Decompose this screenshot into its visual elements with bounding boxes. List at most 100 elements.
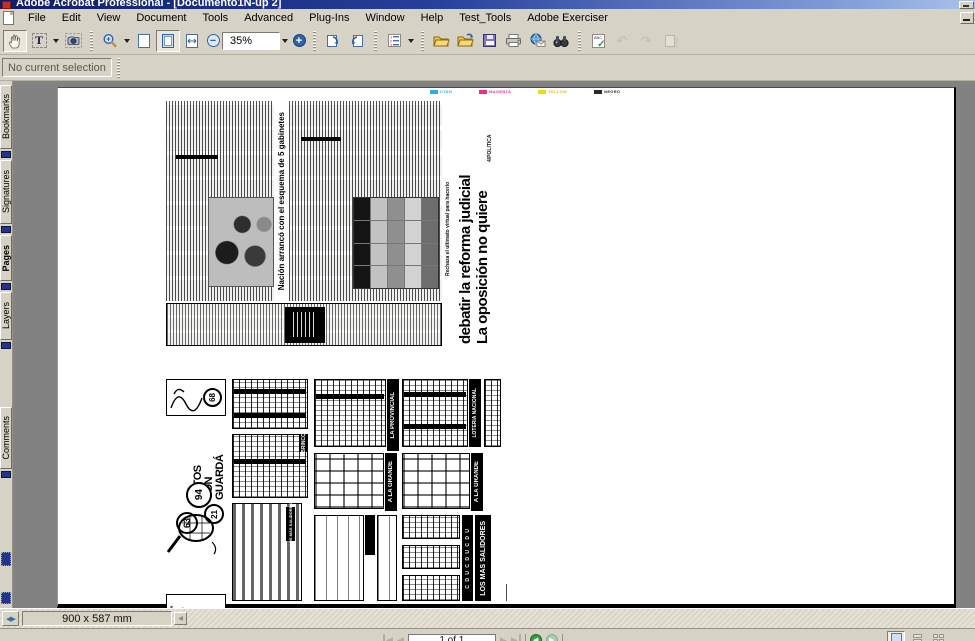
acrobat-window: Adobe Acrobat Professional - [Documento1… <box>0 0 975 641</box>
menu-plugins[interactable]: Plug-Ins <box>301 10 357 27</box>
actual-size-page-icon <box>137 33 151 49</box>
copy-button[interactable] <box>658 30 682 52</box>
hand-tool-button[interactable] <box>3 30 27 52</box>
menu-view[interactable]: View <box>89 10 129 27</box>
snapshot-tool-button[interactable] <box>61 30 85 52</box>
pdf-page[interactable]: CYAN MAGENTA YELLOW NEGRO Nación arrancó… <box>57 87 956 608</box>
undo-button[interactable]: ↶ <box>610 30 634 52</box>
previous-page-button[interactable]: ◀ <box>397 634 404 641</box>
cyan-mark: CYAN <box>430 89 452 94</box>
salidores-big-label: LOS MÁS SALIDORES <box>475 515 491 601</box>
continuous-layout-button[interactable] <box>908 631 926 641</box>
results-table-label <box>365 515 375 555</box>
select-text-tool-button[interactable]: T <box>27 30 51 52</box>
actual-size-button[interactable] <box>132 30 156 52</box>
registration-marks: CYAN MAGENTA YELLOW NEGRO <box>430 89 620 94</box>
zoom-level-dropdown-arrow[interactable] <box>282 39 288 43</box>
menu-bar: File Edit View Document Tools Advanced P… <box>0 9 975 27</box>
menu-adobe-exerciser[interactable]: Adobe Exerciser <box>519 10 616 27</box>
zoom-in-button[interactable]: + <box>290 30 308 52</box>
panel-button[interactable] <box>1 592 11 604</box>
tab-bookmarks-label: Bookmarks <box>1 94 11 139</box>
toolbar-grip[interactable] <box>374 31 377 51</box>
zoom-tool-dropdown-arrow[interactable] <box>124 39 130 43</box>
search-button[interactable] <box>549 30 573 52</box>
fit-page-button[interactable] <box>156 30 180 52</box>
status-scroll-left-button[interactable]: ◀ <box>174 612 187 625</box>
next-view-button[interactable]: ▶ <box>546 634 558 641</box>
document-pane[interactable]: CYAN MAGENTA YELLOW NEGRO Nación arrancó… <box>13 81 975 608</box>
next-view-page-button[interactable] <box>345 30 369 52</box>
toolbar-grip[interactable] <box>578 31 581 51</box>
menu-file[interactable]: File <box>20 10 54 27</box>
toolbar-grip[interactable] <box>117 58 120 78</box>
spellcheck-button[interactable]: ABC✓ <box>586 30 610 52</box>
tab-signatures[interactable]: Signatures <box>0 160 12 224</box>
open-web-page-button[interactable] <box>453 30 477 52</box>
toolbar-grip[interactable] <box>313 31 316 51</box>
fit-width-page-icon <box>185 33 199 49</box>
pane-splitter-button[interactable]: ◀▶ <box>2 611 19 626</box>
menu-document[interactable]: Document <box>128 10 194 27</box>
news-photo-grid <box>353 197 439 289</box>
lottery-cartoon: ESTÁ AL CAER 84 <box>166 594 226 608</box>
select-text-dropdown-arrow[interactable] <box>53 39 59 43</box>
menu-window[interactable]: Window <box>357 10 412 27</box>
tab-comments[interactable]: Comments <box>0 407 12 469</box>
menu-test-tools[interactable]: Test_Tools <box>451 10 519 27</box>
cartoon-doodle <box>168 380 206 415</box>
zoom-tool-button[interactable] <box>98 30 122 52</box>
zoom-level-combobox[interactable]: 35% <box>222 32 280 50</box>
panel-button[interactable] <box>1 552 11 566</box>
lottery-number-circle: 94 <box>186 482 212 508</box>
results-table <box>232 434 308 498</box>
menu-tools[interactable]: Tools <box>195 10 237 27</box>
previous-view-button[interactable]: ◀ <box>530 634 542 641</box>
single-page-layout-button[interactable] <box>887 631 905 641</box>
lottery-number-circle: 68 <box>203 388 222 407</box>
nacional-label: LOTERÍA NACIONAL <box>469 379 481 447</box>
redo-button[interactable]: ↷ <box>634 30 658 52</box>
page-indicator[interactable]: 1 of 1 <box>408 634 496 641</box>
page-navigation-bar: ◀ ◀ 1 of 1 ▶ ▶ ◀ ▶ <box>0 628 975 641</box>
mdi-minimize-button[interactable] <box>960 12 974 24</box>
save-button[interactable] <box>477 30 501 52</box>
select-text-icon: T <box>32 33 47 48</box>
magenta-mark: MAGENTA <box>479 89 511 94</box>
menu-help[interactable]: Help <box>413 10 452 27</box>
lottery-caption: ESTÁ AL CAER <box>169 597 174 608</box>
toolbar-grip[interactable] <box>421 31 424 51</box>
main-toolbar: T <box>0 27 975 55</box>
last-page-button[interactable]: ▶ <box>511 634 521 641</box>
menu-edit[interactable]: Edit <box>54 10 89 27</box>
selection-status-box: No current selection <box>2 58 112 77</box>
zoom-out-button[interactable]: − <box>204 30 222 52</box>
panel-marker[interactable] <box>1 283 11 290</box>
panel-marker[interactable] <box>1 226 11 233</box>
minimize-button[interactable] <box>959 1 974 9</box>
facing-layout-button[interactable] <box>929 631 947 641</box>
menu-advanced[interactable]: Advanced <box>236 10 301 27</box>
cdu-label: C D U C D U C D U <box>462 515 473 601</box>
print-button[interactable] <box>501 30 525 52</box>
crop-mark <box>506 584 507 601</box>
panel-marker[interactable] <box>1 342 11 349</box>
panel-marker[interactable] <box>1 471 11 478</box>
task-list-button[interactable]: 1 2 3 <box>382 30 406 52</box>
window-title: Adobe Acrobat Professional - [Documento1… <box>16 0 281 9</box>
toolbar-grip[interactable] <box>90 31 93 51</box>
page-navigation-controls: ◀ ◀ 1 of 1 ▶ ▶ ◀ ▶ <box>383 631 563 641</box>
next-page-button[interactable]: ▶ <box>500 634 507 641</box>
open-file-button[interactable] <box>429 30 453 52</box>
previous-view-page-button[interactable] <box>321 30 345 52</box>
tab-layers[interactable]: Layers <box>0 292 12 340</box>
title-bar: Adobe Acrobat Professional - [Documento1… <box>0 0 975 9</box>
panel-marker[interactable] <box>1 151 11 158</box>
task-list-dropdown-arrow[interactable] <box>408 39 414 43</box>
first-page-button[interactable]: ◀ <box>383 634 393 641</box>
fit-width-button[interactable] <box>180 30 204 52</box>
tab-pages[interactable]: Pages <box>0 235 12 281</box>
email-button[interactable] <box>525 30 549 52</box>
yellow-swatch <box>538 90 546 94</box>
tab-bookmarks[interactable]: Bookmarks <box>0 85 12 149</box>
